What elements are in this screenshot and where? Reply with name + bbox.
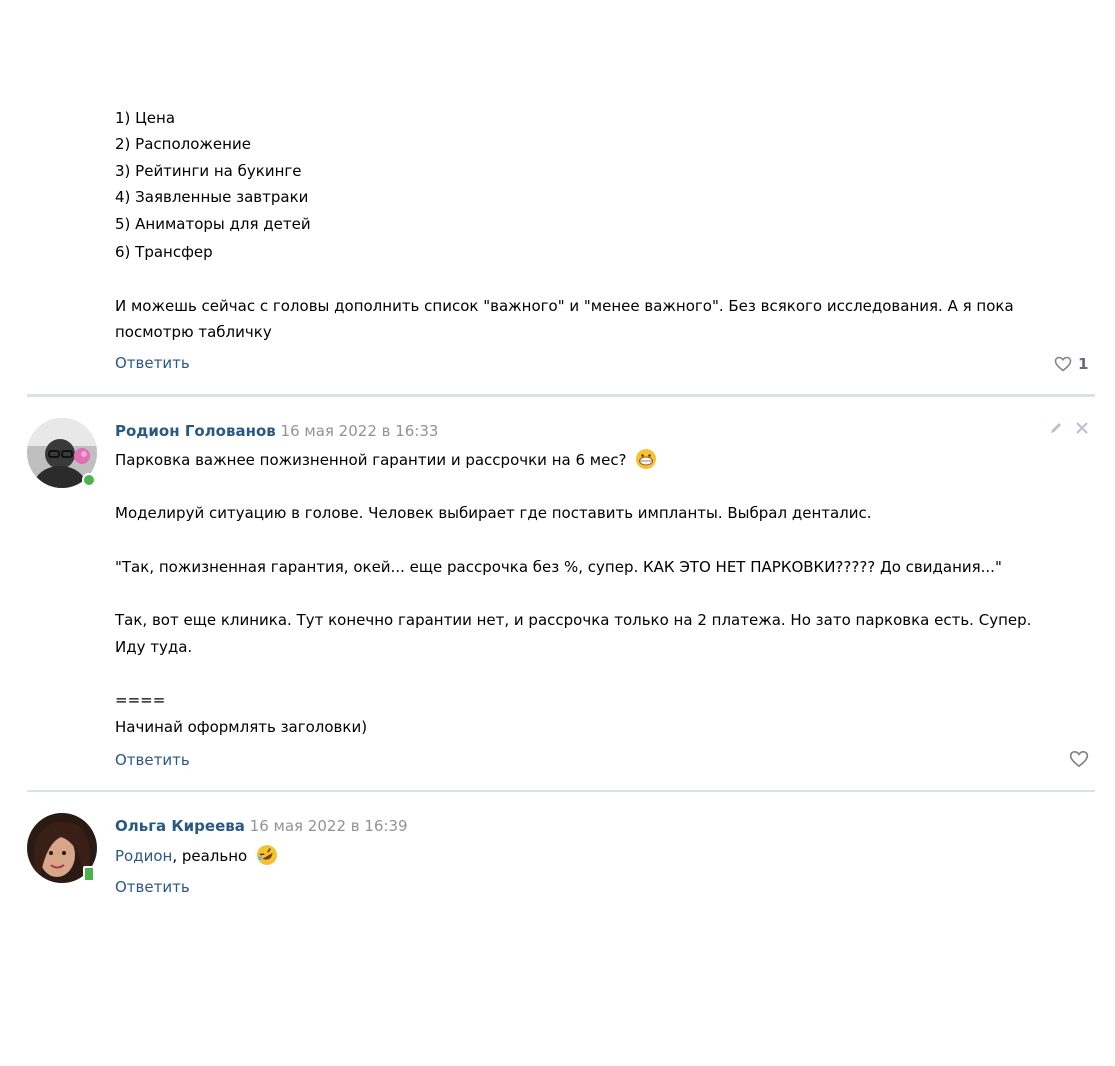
delete-button[interactable] <box>1074 420 1090 436</box>
comment-text-line: Начинай оформлять заголовки) <box>115 718 368 736</box>
divider <box>27 394 1095 397</box>
list-item: 2) Расположение <box>115 135 251 153</box>
list-item: 1) Цена <box>115 109 176 127</box>
comment-text-line: Моделируй ситуацию в голове. Человек выб… <box>115 504 872 522</box>
grinning-face-emoji <box>636 449 657 469</box>
author-name[interactable]: Родион Голованов <box>115 422 276 440</box>
list-item: 5) Аниматоры для детей <box>115 215 311 233</box>
close-icon <box>1076 422 1088 434</box>
author-name[interactable]: Ольга Киреева <box>115 817 245 835</box>
comment-text-line: ==== <box>115 691 166 709</box>
reply-button[interactable]: Ответить <box>115 750 190 770</box>
comment-text-line: Парковка важнее пожизненной гарантии и р… <box>115 448 657 469</box>
reply-button[interactable]: Ответить <box>115 877 190 897</box>
comment-header: Ольга Киреева 16 мая 2022 в 16:39 <box>115 816 408 836</box>
comment-text-line: "Так, пожизненная гарантия, окей... еще … <box>115 558 1002 576</box>
comment-text-line: Родион, реально <box>115 844 278 865</box>
online-indicator <box>82 473 96 487</box>
reply-button[interactable]: Ответить <box>115 353 190 373</box>
mention-link[interactable]: Родион <box>115 847 172 865</box>
comment-text-line: И можешь сейчас с головы дополнить списо… <box>115 297 1014 315</box>
comment-date[interactable]: 16 мая 2022 в 16:33 <box>281 422 439 440</box>
comment-header: Родион Голованов 16 мая 2022 в 16:33 <box>115 421 438 441</box>
rolling-on-floor-laughing-emoji <box>257 845 277 865</box>
comment-date[interactable]: 16 мая 2022 в 16:39 <box>250 817 408 835</box>
divider <box>27 790 1095 792</box>
comment-text-line: посмотрю табличку <box>115 323 272 341</box>
heart-icon <box>1054 356 1072 372</box>
comment-text: Парковка важнее пожизненной гарантии и р… <box>115 451 627 469</box>
like-button[interactable] <box>1069 750 1089 768</box>
comment-text-line: Иду туда. <box>115 638 193 656</box>
mobile-online-indicator <box>83 866 95 882</box>
edit-icon <box>1051 423 1061 433</box>
edit-button[interactable] <box>1048 420 1064 436</box>
comment-text: , реально <box>172 847 248 865</box>
list-item: 3) Рейтинги на букинге <box>115 162 302 180</box>
list-item: 6) Трансфер <box>115 243 213 261</box>
comment-text-line: Так, вот еще клиника. Тут конечно гарант… <box>115 611 1032 629</box>
heart-icon <box>1069 750 1089 768</box>
like-count: 1 <box>1078 355 1089 373</box>
list-item: 4) Заявленные завтраки <box>115 188 309 206</box>
like-button[interactable]: 1 <box>1054 354 1088 374</box>
